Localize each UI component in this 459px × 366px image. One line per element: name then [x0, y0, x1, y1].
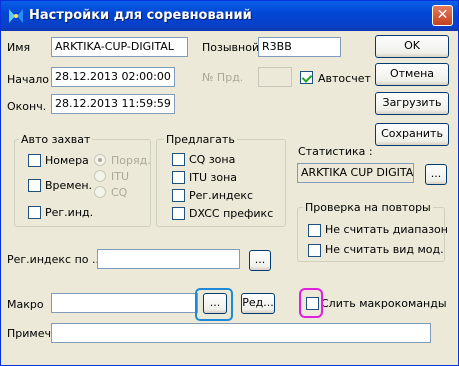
- reg-index-label: Рег.индекс: [189, 189, 254, 202]
- end-field[interactable]: 28.12.2013 11:59:59: [51, 94, 175, 114]
- ignore-range-checkbox[interactable]: [308, 224, 321, 237]
- close-button[interactable]: ✕: [432, 5, 453, 26]
- cancel-button[interactable]: Отмена: [375, 63, 449, 86]
- merge-macros-highlight: [299, 288, 323, 318]
- macro-label: Макро: [7, 298, 44, 311]
- prd-label: № Прд.: [202, 71, 244, 84]
- window-title: Настройки для соревнований: [29, 8, 252, 23]
- cq-radio[interactable]: [94, 186, 106, 198]
- regindex-browse-button[interactable]: ...: [249, 250, 271, 271]
- order-radio[interactable]: [94, 154, 106, 166]
- macro-browse-highlight: [195, 288, 233, 321]
- dxcc-label: DXCC префикс: [189, 207, 274, 220]
- load-button[interactable]: Загрузить: [375, 92, 449, 115]
- reg-ind-checkbox[interactable]: [28, 206, 41, 219]
- time-checkbox[interactable]: [28, 179, 41, 192]
- statistics-browse-button[interactable]: ...: [425, 164, 447, 185]
- settings-dialog: Настройки для соревнований ✕ Имя ARKTIKA…: [0, 0, 459, 366]
- start-field[interactable]: 28.12.2013 02:00:00: [51, 67, 175, 87]
- note-field[interactable]: [51, 323, 431, 343]
- cq-zone-label: CQ зона: [189, 153, 236, 166]
- time-label: Времен.: [45, 179, 93, 192]
- itu-radio-label: ITU: [111, 170, 130, 183]
- dxcc-checkbox[interactable]: [172, 207, 185, 220]
- app-icon: [9, 9, 23, 23]
- ignore-range-label: Не считать диапазон: [325, 223, 448, 236]
- note-label: Примеч.: [7, 327, 55, 340]
- reg-ind-label: Рег.инд.: [45, 206, 94, 219]
- callsign-label: Позывной: [202, 41, 260, 54]
- start-label: Начало: [7, 73, 50, 86]
- macro-field[interactable]: [51, 293, 198, 313]
- merge-macros-label: Слить макрокоманды: [321, 297, 447, 310]
- offer-title: Предлагать: [164, 133, 237, 146]
- ok-button[interactable]: OK: [375, 35, 449, 58]
- title-bar[interactable]: Настройки для соревнований ✕: [1, 1, 458, 31]
- autocalc-checkbox[interactable]: [300, 71, 313, 84]
- reg-index-checkbox[interactable]: [172, 189, 185, 202]
- prd-field[interactable]: [258, 67, 292, 87]
- regindex-label: Рег.индекс по ...: [7, 253, 103, 266]
- cq-zone-checkbox[interactable]: [172, 153, 185, 166]
- name-label: Имя: [7, 41, 31, 54]
- cq-radio-label: CQ: [111, 186, 128, 199]
- end-label: Оконч.: [7, 100, 47, 113]
- numbers-label: Номера: [45, 154, 89, 167]
- itu-zone-checkbox[interactable]: [172, 171, 185, 184]
- name-field[interactable]: ARKTIKA-CUP-DIGITAL: [51, 37, 188, 57]
- macro-edit-button[interactable]: Ред...: [241, 293, 275, 314]
- itu-zone-label: ITU зона: [189, 171, 238, 184]
- ignore-mode-label: Не считать вид мод.: [325, 243, 444, 256]
- dialog-body: Имя ARKTIKA-CUP-DIGITAL Позывной R3BB OK…: [1, 31, 458, 365]
- order-radio-label: Поряд.: [111, 154, 151, 167]
- save-button[interactable]: Сохранить: [375, 123, 449, 146]
- regindex-field[interactable]: [97, 249, 240, 269]
- autocalc-label: Автосчет: [318, 72, 371, 85]
- numbers-checkbox[interactable]: [28, 154, 41, 167]
- repeat-check-title: Проверка на повторы: [303, 201, 433, 214]
- ignore-mode-checkbox[interactable]: [308, 244, 321, 257]
- statistics-label: Статистика :: [298, 145, 373, 158]
- statistics-field[interactable]: ARKTIKA CUP DIGITA: [297, 163, 414, 183]
- itu-radio[interactable]: [94, 170, 106, 182]
- auto-capture-title: Авто захват: [19, 133, 93, 146]
- callsign-field[interactable]: R3BB: [258, 37, 341, 57]
